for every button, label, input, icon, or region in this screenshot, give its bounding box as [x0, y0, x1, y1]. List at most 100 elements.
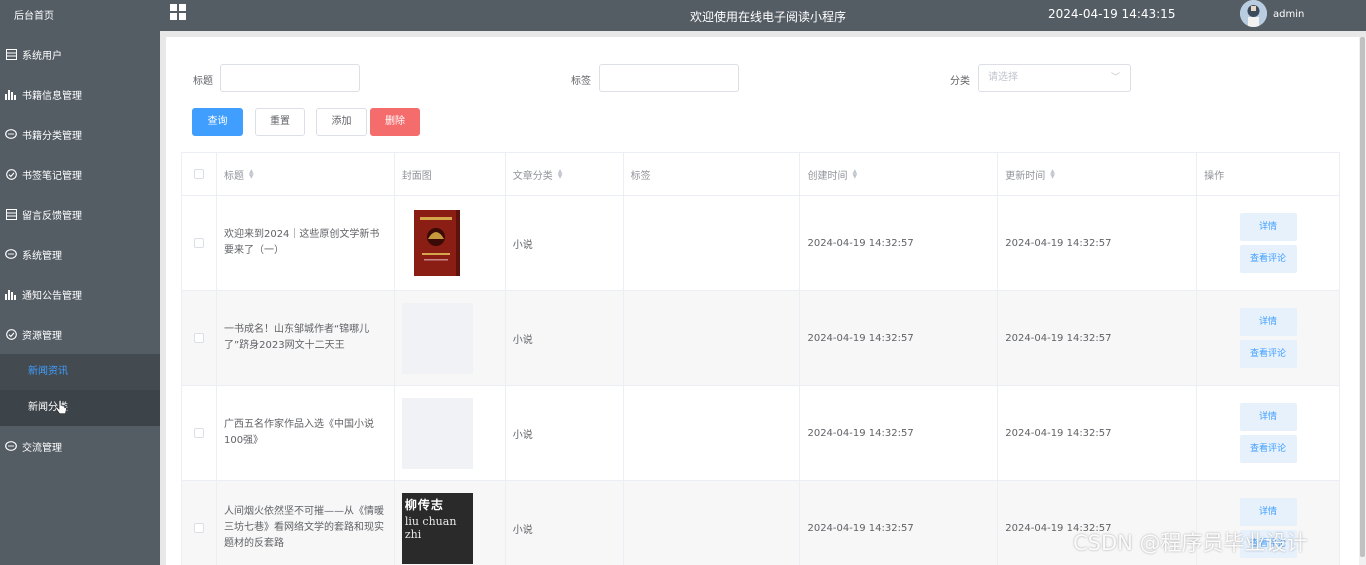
sidebar-item-label: 书籍分类管理 — [22, 130, 82, 142]
sidebar-item-notices[interactable]: 通知公告管理 — [0, 274, 160, 314]
created-cell: 2024-04-19 14:32:57 — [800, 481, 999, 565]
sort-icon[interactable]: ▲ ▼ — [852, 169, 857, 180]
tag-filter-label: 标签 — [571, 76, 591, 87]
chat-icon — [5, 248, 17, 260]
row-title: 人间烟火依然坚不可摧——从《情暖三坊七巷》看网络文学的套路和现实题材的反套路 — [223, 506, 384, 549]
reset-button[interactable]: 重置 — [255, 108, 305, 136]
category-cell: 小说 — [506, 291, 624, 385]
watermark: CSDN @程序员毕业设计 — [1073, 531, 1308, 555]
row-select-cell — [182, 386, 217, 480]
title-cell: 欢迎来到2024｜这些原创文学新书要来了（一） — [217, 196, 395, 290]
header-actions: 操作 — [1197, 153, 1340, 195]
sort-icon[interactable]: ▲ ▼ — [558, 169, 563, 180]
sort-icon[interactable]: ▲ ▼ — [1050, 169, 1055, 180]
table-icon — [5, 48, 17, 60]
tag-cell — [624, 291, 801, 385]
actions-cell: 详情 查看评论 — [1197, 386, 1340, 480]
category-filter-label: 分类 — [950, 76, 970, 87]
header-cover-label: 封面图 — [401, 170, 432, 182]
created-cell: 2024-04-19 14:32:57 — [800, 386, 999, 480]
row-checkbox[interactable] — [193, 238, 204, 248]
sidebar-subitem-news[interactable]: 新闻资讯 — [0, 354, 160, 390]
sidebar-item-feedback[interactable]: 留言反馈管理 — [0, 194, 160, 234]
chat-icon — [5, 440, 17, 452]
sidebar-item-label: 留言反馈管理 — [22, 210, 82, 222]
row-title: 广西五名作家作品入选《中国小说100强》 — [223, 419, 374, 446]
cover-cell: 柳传志 liu chuan zhi — [395, 481, 506, 565]
table-header-row: 标题 ▲ ▼ 封面图 文章分类 ▲ ▼ 标签 创建时间 ▲ ▼ 更新时间 ▲ ▼ 操作 — [182, 153, 1340, 196]
header-created-label: 创建时间 — [807, 170, 848, 182]
sidebar-subitem-news-category[interactable]: 新闻分类 — [0, 390, 160, 426]
page-title: 欢迎使用在线电子阅读小程序 — [690, 10, 847, 24]
title-filter-label: 标题 — [193, 76, 213, 87]
username[interactable]: admin — [1273, 9, 1304, 20]
category-select-placeholder: 请选择 — [988, 72, 1018, 83]
cover-image[interactable] — [401, 207, 473, 279]
sort-icon[interactable]: ▲ ▼ — [249, 169, 254, 180]
row-title: 一书成名！山东邹城作者“锦哪儿了”跻身2023网文十二天王 — [223, 324, 370, 351]
sidebar-item-system-management[interactable]: 系统管理 — [0, 234, 160, 274]
chevron-down-icon: ﹀ — [1110, 73, 1120, 83]
header-category-label: 文章分类 — [512, 170, 553, 182]
sidebar-item-bookmark-notes[interactable]: 书签笔记管理 — [0, 154, 160, 194]
add-button[interactable]: 添加 — [316, 108, 367, 136]
sidebar-item-communication[interactable]: 交流管理 — [0, 426, 160, 466]
updated-cell: 2024-04-19 14:32:57 — [998, 196, 1198, 290]
created-cell: 2024-04-19 14:32:57 — [800, 196, 999, 290]
header-title[interactable]: 标题 ▲ ▼ — [217, 153, 395, 195]
view-comments-button[interactable]: 查看评论 — [1239, 245, 1297, 273]
detail-button[interactable]: 详情 — [1239, 308, 1297, 336]
row-checkbox[interactable] — [193, 523, 204, 533]
category-cell: 小说 — [506, 481, 624, 565]
category-select[interactable]: 请选择 ﹀ — [978, 64, 1131, 92]
sidebar-item-resources[interactable]: 资源管理 — [0, 314, 160, 354]
menu-toggle-icon[interactable] — [170, 4, 186, 20]
table-row: 欢迎来到2024｜这些原创文学新书要来了（一） 小说 2024-04-19 14… — [182, 196, 1340, 291]
hand-cursor-icon — [55, 400, 67, 415]
actions-cell: 详情 查看评论 — [1197, 196, 1340, 290]
tag-cell — [624, 386, 801, 480]
row-checkbox[interactable] — [193, 428, 204, 438]
cover-cell — [395, 386, 506, 480]
category-cell: 小说 — [506, 196, 624, 290]
detail-button[interactable]: 详情 — [1239, 213, 1297, 241]
avatar[interactable] — [1240, 0, 1267, 27]
scrollbar[interactable] — [1359, 37, 1366, 565]
header-tag-label: 标签 — [630, 170, 651, 182]
header-updated[interactable]: 更新时间 ▲ ▼ — [998, 153, 1198, 195]
header-actions-label: 操作 — [1204, 170, 1225, 182]
header-created[interactable]: 创建时间 ▲ ▼ — [800, 153, 999, 195]
select-all-checkbox[interactable] — [193, 169, 204, 179]
sidebar-item-system-users[interactable]: 系统用户 — [0, 34, 160, 74]
cover-image-placeholder[interactable] — [401, 397, 473, 469]
tag-filter-input[interactable] — [599, 64, 739, 92]
table-row: 一书成名！山东邹城作者“锦哪儿了”跻身2023网文十二天王 小说 2024-04… — [182, 291, 1340, 386]
check-circle-icon — [5, 328, 17, 340]
detail-button[interactable]: 详情 — [1239, 403, 1297, 431]
header-category[interactable]: 文章分类 ▲ ▼ — [506, 153, 624, 195]
sidebar-home[interactable]: 后台首页 — [0, 0, 160, 34]
row-checkbox[interactable] — [193, 333, 204, 343]
view-comments-button[interactable]: 查看评论 — [1239, 340, 1297, 368]
cover-cell — [395, 196, 506, 290]
detail-button[interactable]: 详情 — [1239, 498, 1297, 526]
sidebar-item-label: 书签笔记管理 — [22, 170, 82, 182]
check-circle-icon — [5, 168, 17, 180]
row-select-cell — [182, 291, 217, 385]
title-filter-input[interactable] — [220, 64, 360, 92]
cover-subtitle-text: liu chuan zhi — [404, 514, 457, 541]
view-comments-button[interactable]: 查看评论 — [1239, 435, 1297, 463]
created-cell: 2024-04-19 14:32:57 — [800, 291, 999, 385]
sidebar-item-book-info[interactable]: 书籍信息管理 — [0, 74, 160, 114]
sidebar: 后台首页 系统用户 书籍信息管理 书籍分类管理 书签笔记管理 留言反馈管理 系统… — [0, 0, 160, 565]
cover-image-placeholder[interactable] — [401, 302, 473, 374]
query-button[interactable]: 查询 — [192, 108, 243, 136]
sidebar-item-book-category[interactable]: 书籍分类管理 — [0, 114, 160, 154]
header-bar: 欢迎使用在线电子阅读小程序 2024-04-19 14:43:15 admin — [160, 0, 1366, 31]
actions-cell: 详情 查看评论 — [1197, 291, 1340, 385]
delete-button[interactable]: 删除 — [370, 108, 420, 136]
cover-image[interactable]: 柳传志 liu chuan zhi — [401, 492, 473, 564]
sidebar-item-label: 资源管理 — [22, 330, 62, 342]
row-title: 欢迎来到2024｜这些原创文学新书要来了（一） — [223, 229, 380, 256]
sidebar-item-label: 通知公告管理 — [22, 290, 82, 302]
